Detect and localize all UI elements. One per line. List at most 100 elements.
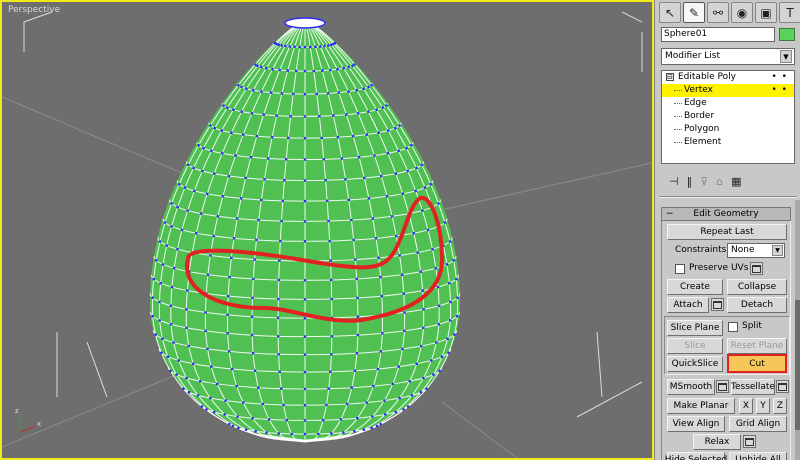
- dropdown-arrow-icon[interactable]: ▼: [780, 50, 792, 63]
- modifier-stack: ⊟ Editable Poly • • Vertex • • Edge Borde…: [661, 70, 795, 164]
- mesh-vertex: [232, 108, 235, 112]
- hierarchy-tab-icon[interactable]: ⚯: [707, 2, 729, 23]
- mesh-vertex: [220, 152, 224, 155]
- mesh-vertex: [244, 176, 247, 180]
- create-tab-icon[interactable]: ↖: [659, 2, 681, 23]
- object-name-field[interactable]: Sphere01: [661, 27, 775, 42]
- utilities-tab-icon[interactable]: T: [779, 2, 800, 23]
- make-unique-icon[interactable]: ⊽: [700, 175, 708, 188]
- stack-item-polygon[interactable]: Polygon: [662, 123, 794, 136]
- constraints-dropdown[interactable]: None ▼: [727, 243, 785, 258]
- planar-x-button[interactable]: X: [739, 398, 753, 414]
- tessellate-button[interactable]: Tessellate: [731, 379, 775, 395]
- stack-item-edge[interactable]: Edge: [662, 97, 794, 110]
- modify-tab-icon[interactable]: ✎: [683, 2, 705, 23]
- mesh-vertex: [351, 134, 355, 138]
- stack-item-element[interactable]: Element: [662, 136, 794, 149]
- mesh-vertex: [230, 131, 233, 134]
- hide-selected-button[interactable]: Hide Selected: [665, 452, 727, 460]
- show-end-result-icon[interactable]: ‖: [687, 175, 693, 188]
- mesh-vertex: [356, 315, 360, 319]
- display-tab-icon[interactable]: ▣: [755, 2, 777, 23]
- stack-item-editable-poly[interactable]: ⊟ Editable Poly • •: [662, 71, 794, 84]
- mesh-vertex: [340, 157, 344, 160]
- collapse-button[interactable]: Collapse: [727, 279, 787, 295]
- mesh-vertex: [440, 355, 444, 359]
- mesh-vertex: [318, 114, 321, 118]
- mesh-vertex: [265, 66, 268, 70]
- repeat-last-button[interactable]: Repeat Last: [667, 224, 787, 240]
- mesh-vertex: [277, 278, 281, 282]
- mesh-vertex: [210, 365, 213, 368]
- configure-modifier-sets-icon[interactable]: ▦: [731, 175, 741, 188]
- mesh-vertex: [397, 365, 401, 368]
- tessellate-settings-icon[interactable]: [776, 380, 789, 393]
- mesh-vertex: [303, 158, 307, 161]
- msmooth-settings-icon[interactable]: [716, 380, 729, 393]
- split-checkbox[interactable]: [728, 322, 738, 332]
- detach-button[interactable]: Detach: [727, 297, 787, 313]
- mesh-vertex: [249, 155, 253, 159]
- mesh-vertex: [415, 362, 419, 366]
- grid-align-button[interactable]: Grid Align: [729, 416, 787, 432]
- slice-button[interactable]: Slice: [667, 338, 723, 354]
- dropdown-arrow-icon[interactable]: ▼: [772, 245, 783, 256]
- mesh-vertex: [333, 41, 337, 45]
- mesh-vertex: [342, 431, 345, 434]
- pin-stack-icon[interactable]: ⊣: [669, 175, 679, 188]
- modifier-list-dropdown[interactable]: Modifier List ▼: [661, 48, 795, 65]
- planar-z-button[interactable]: Z: [773, 398, 787, 414]
- msmooth-button[interactable]: MSmooth: [667, 379, 715, 395]
- mesh-vertex: [201, 169, 204, 173]
- object-color-swatch[interactable]: [779, 28, 795, 41]
- mesh-vertex: [365, 401, 369, 404]
- planar-y-button[interactable]: Y: [756, 398, 770, 414]
- mesh-vertex: [437, 323, 441, 326]
- egg-mesh-scene[interactable]: z x: [2, 2, 654, 460]
- reset-plane-button[interactable]: Reset Plane: [727, 338, 787, 354]
- motion-tab-icon[interactable]: ◉: [731, 2, 753, 23]
- make-planar-button[interactable]: Make Planar: [667, 398, 735, 414]
- stack-item-vertex[interactable]: Vertex • •: [662, 84, 794, 97]
- mesh-vertex: [367, 197, 371, 200]
- slice-plane-button[interactable]: Slice Plane: [667, 320, 723, 336]
- stack-item-border[interactable]: Border: [662, 110, 794, 123]
- mesh-vertex: [415, 166, 418, 170]
- rollout-collapse-icon[interactable]: −: [666, 208, 674, 220]
- mesh-vertex: [350, 218, 353, 222]
- create-button[interactable]: Create: [667, 279, 723, 295]
- mesh-vertex: [380, 294, 384, 298]
- cut-button[interactable]: Cut: [727, 354, 787, 373]
- preserve-uvs-settings-icon[interactable]: [750, 262, 763, 275]
- mesh-vertex: [260, 198, 263, 202]
- relax-settings-icon[interactable]: [743, 435, 756, 448]
- mesh-vertex: [236, 415, 239, 418]
- panel-scrollbar[interactable]: [795, 200, 800, 460]
- relax-button[interactable]: Relax: [693, 434, 741, 450]
- mesh-vertex: [158, 300, 161, 304]
- unhide-all-button[interactable]: Unhide All: [729, 452, 787, 460]
- view-align-button[interactable]: View Align: [667, 416, 725, 432]
- mesh-vertex: [303, 179, 307, 182]
- preserve-uvs-checkbox[interactable]: [675, 264, 685, 274]
- mesh-vertex: [255, 238, 258, 242]
- attach-list-icon[interactable]: [711, 298, 724, 311]
- remove-modifier-icon[interactable]: ⌂: [716, 175, 723, 188]
- perspective-viewport[interactable]: Perspective z x: [0, 0, 654, 460]
- scrollbar-thumb[interactable]: [795, 300, 800, 430]
- mesh-vertex: [379, 275, 382, 279]
- quickslice-button[interactable]: QuickSlice: [667, 356, 723, 372]
- mesh-vertex: [401, 347, 404, 351]
- mesh-vertex: [436, 285, 440, 289]
- edit-geometry-rollout-header[interactable]: − Edit Geometry: [661, 207, 791, 221]
- mesh-vertex: [445, 263, 449, 266]
- mesh-vertex: [267, 418, 271, 421]
- mesh-vertex: [216, 215, 220, 218]
- mesh-vertex: [221, 195, 225, 198]
- collapse-toggle-icon[interactable]: ⊟: [666, 72, 674, 81]
- mesh-vertex: [275, 114, 279, 117]
- mesh-vertex: [235, 384, 238, 388]
- attach-button[interactable]: Attach: [667, 297, 709, 313]
- mesh-vertex: [169, 304, 173, 308]
- mesh-vertex: [303, 403, 307, 407]
